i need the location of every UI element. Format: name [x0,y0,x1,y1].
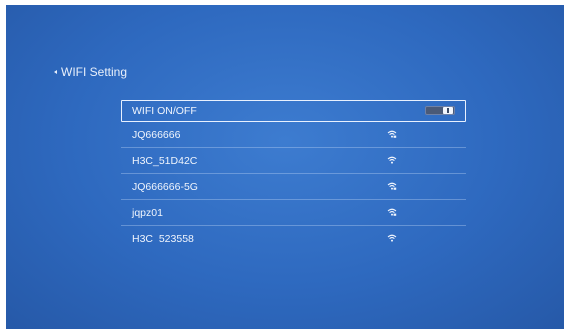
network-ssid: H3C_51D42C [132,154,198,167]
wifi-toggle-label: WIFI ON/OFF [132,105,197,117]
wifi-signal-icon [387,182,397,190]
network-row[interactable]: jqpz01 [121,200,466,226]
network-row[interactable]: H3C_523558 [121,226,466,242]
toggle-knob [443,107,453,114]
network-row[interactable]: JQ666666 [121,122,466,148]
wifi-toggle-row[interactable]: WIFI ON/OFF [121,100,466,122]
network-ssid: jqpz01 [132,206,163,219]
network-row[interactable]: JQ666666-5G [121,174,466,200]
network-row[interactable]: H3C_51D42C [121,148,466,174]
wifi-list: WIFI ON/OFF JQ666666 H3C_51D42C JQ666666… [121,100,466,242]
wifi-signal-icon [387,130,397,138]
page-title: WIFI Setting [61,65,128,79]
toggle-switch-icon[interactable] [425,106,455,115]
wifi-signal-icon [387,208,397,216]
chevron-left-icon[interactable] [54,70,57,74]
network-ssid: JQ666666 [132,128,181,141]
wifi-signal-icon [387,234,397,242]
tv-screen: WIFI Setting WIFI ON/OFF JQ666666 H3C_51… [6,5,564,329]
wifi-signal-icon [387,156,397,164]
page-header: WIFI Setting [54,65,127,79]
network-ssid: JQ666666-5G [132,180,198,193]
network-ssid: H3C_523558 [132,233,194,242]
